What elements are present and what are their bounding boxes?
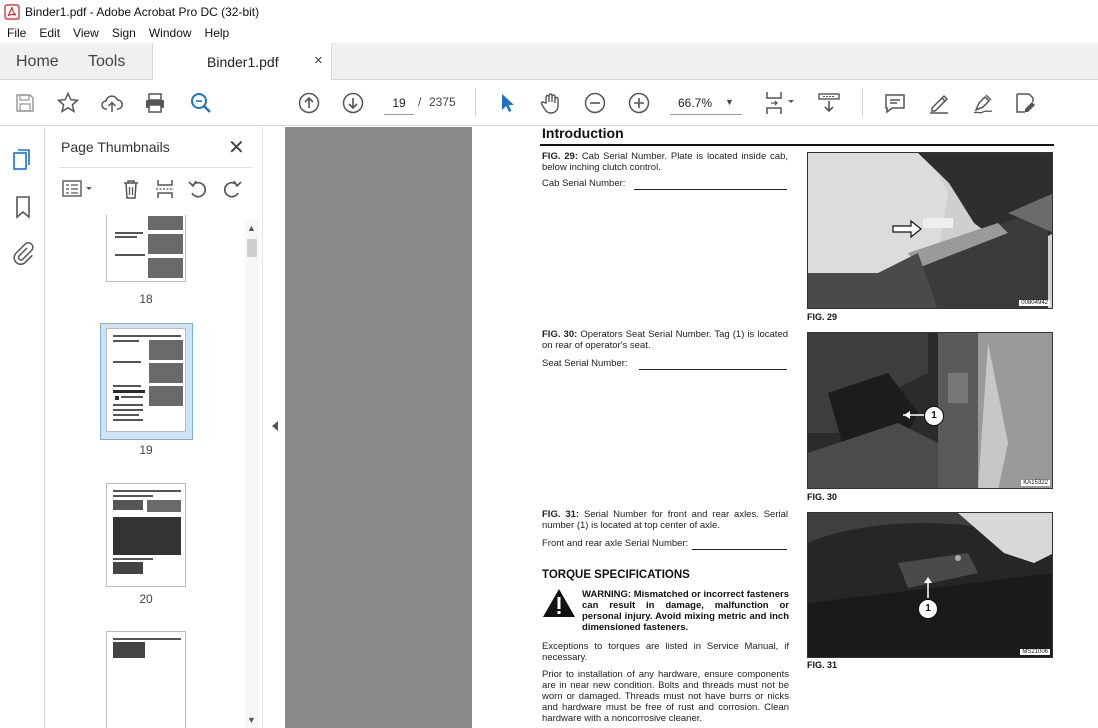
delete-page-icon[interactable] [119, 177, 143, 201]
fig30-caption: FIG. 30: Operators Seat Serial Number. T… [542, 329, 788, 351]
fig31-callout-1: 1 [918, 599, 938, 619]
torque-prior-text: Prior to installation of any hardware, e… [542, 669, 789, 724]
document-tab-label: Binder1.pdf [207, 54, 279, 70]
axle-serial-blank [692, 549, 787, 550]
panel-divider [59, 167, 252, 168]
thumbnail-scrollbar[interactable]: ▲ ▼ [245, 219, 259, 728]
panel-collapse-handle[interactable] [262, 127, 285, 728]
menu-edit[interactable]: Edit [32, 26, 66, 40]
menu-sign[interactable]: Sign [105, 26, 142, 40]
page-thumbnail-18[interactable] [106, 215, 186, 282]
select-cursor-icon[interactable] [494, 90, 520, 116]
seat-serial-label: Seat Serial Number: [542, 358, 628, 369]
tab-home[interactable]: Home [16, 43, 59, 80]
page-number-label: 18 [139, 292, 153, 306]
insert-page-icon[interactable] [153, 177, 177, 201]
fig30-image-code: KA15322 [1021, 480, 1050, 486]
scrollbar-thumb[interactable] [247, 239, 257, 257]
toolbar-divider [475, 88, 476, 116]
attachment-paperclip-icon[interactable] [10, 240, 36, 266]
tab-tools[interactable]: Tools [88, 43, 125, 80]
cab-serial-label: Cab Serial Number: [542, 178, 626, 189]
search-zoom-icon[interactable] [188, 90, 214, 116]
page-heading: Introduction [542, 127, 624, 141]
previous-page-icon[interactable] [296, 90, 322, 116]
star-icon[interactable] [55, 90, 81, 116]
zoom-level-select[interactable]: 66.7% ▼ [670, 91, 742, 115]
zoom-in-icon[interactable] [626, 90, 652, 116]
scroll-up-icon[interactable]: ▲ [247, 223, 256, 233]
page-number-label: 20 [139, 592, 153, 606]
collapse-arrow-icon [272, 421, 278, 431]
highlight-pen-icon[interactable] [926, 90, 952, 116]
bookmark-icon[interactable] [10, 194, 36, 220]
heading-rule [540, 144, 1054, 146]
page-number-input[interactable]: 19 [384, 91, 414, 115]
print-icon[interactable] [142, 90, 168, 116]
menu-bar: File Edit View Sign Window Help [0, 23, 1098, 43]
close-panel-icon[interactable]: ✕ [228, 135, 245, 160]
fig31-photo: 1 MS21006 [807, 512, 1053, 658]
fig29-caption: FIG. 29: Cab Serial Number. Plate is loc… [542, 151, 788, 173]
page-number-label: 19 [139, 443, 153, 457]
fig29-label: FIG. 29 [807, 312, 838, 322]
fig30-photo: 1 KA15322 [807, 332, 1053, 489]
pdf-page: Introduction FIG. 29: Cab Serial Number.… [472, 127, 1098, 728]
draw-sign-icon[interactable] [970, 90, 996, 116]
rotate-counterclockwise-icon[interactable] [186, 177, 210, 201]
navigation-rail [0, 127, 45, 728]
title-bar: Binder1.pdf - Adobe Acrobat Pro DC (32-b… [0, 0, 1098, 23]
next-page-icon[interactable] [340, 90, 366, 116]
toolbar-divider [862, 88, 863, 116]
menu-window[interactable]: Window [142, 26, 198, 40]
page-separator: / [418, 95, 422, 109]
edit-tools-icon[interactable] [1013, 90, 1039, 116]
fig30-label: FIG. 30 [807, 492, 838, 502]
upload-cloud-icon[interactable] [99, 90, 125, 116]
close-tab-icon[interactable]: × [314, 52, 323, 69]
torque-exceptions-text: Exceptions to torques are listed in Serv… [542, 641, 789, 663]
fig30-callout-1: 1 [924, 406, 944, 426]
page-thumbnails-panel: Page Thumbnails ✕ 18 19 20 ▲ ▼ [45, 127, 262, 728]
document-viewport[interactable]: Introduction FIG. 29: Cab Serial Number.… [285, 127, 1098, 728]
fig31-label: FIG. 31 [807, 660, 838, 670]
page-thumbnail-19[interactable] [106, 328, 186, 432]
acrobat-app-icon [4, 3, 20, 20]
torque-warning-text: WARNING: Mismatched or incorrect fastene… [582, 589, 789, 633]
seat-serial-blank [639, 369, 787, 370]
page-total: 2375 [429, 95, 456, 109]
chevron-down-icon: ▼ [725, 97, 734, 107]
scroll-down-icon[interactable]: ▼ [247, 715, 256, 725]
fig29-photo: 00804942 [807, 152, 1053, 309]
tab-document[interactable]: Binder1.pdf × [152, 43, 332, 81]
page-thumbnail-21[interactable] [106, 631, 186, 728]
scrolling-mode-icon[interactable] [816, 90, 842, 116]
page-fit-icon[interactable] [762, 90, 798, 116]
page-thumbnail-20[interactable] [106, 483, 186, 587]
menu-file[interactable]: File [0, 26, 32, 40]
thumbnail-list: 18 19 20 [45, 215, 262, 728]
save-icon[interactable] [12, 90, 38, 116]
panel-title: Page Thumbnails [61, 139, 170, 155]
zoom-level-value: 66.7% [678, 96, 713, 110]
fig31-image-code: MS21006 [1020, 649, 1050, 655]
main-toolbar: 19 / 2375 66.7% ▼ [0, 80, 1098, 126]
menu-help[interactable]: Help [198, 26, 236, 40]
menu-view[interactable]: View [66, 26, 105, 40]
axle-serial-label: Front and rear axle Serial Number: [542, 538, 689, 549]
fig31-caption: FIG. 31: Serial Number for front and rea… [542, 509, 789, 531]
page-thumbnails-icon[interactable] [10, 147, 36, 173]
torque-specifications-title: TORQUE SPECIFICATIONS [542, 569, 690, 581]
comment-icon[interactable] [882, 90, 908, 116]
rotate-clockwise-icon[interactable] [220, 177, 244, 201]
hand-tool-icon[interactable] [538, 90, 564, 116]
cab-serial-blank [634, 189, 787, 190]
zoom-out-icon[interactable] [582, 90, 608, 116]
thumbnail-options-icon[interactable] [59, 177, 97, 201]
warning-triangle-icon [543, 589, 575, 617]
window-title: Binder1.pdf - Adobe Acrobat Pro DC (32-b… [25, 4, 260, 19]
tab-bar: Home Tools Binder1.pdf × [0, 43, 1098, 81]
fig29-image-code: 00804942 [1019, 300, 1050, 306]
